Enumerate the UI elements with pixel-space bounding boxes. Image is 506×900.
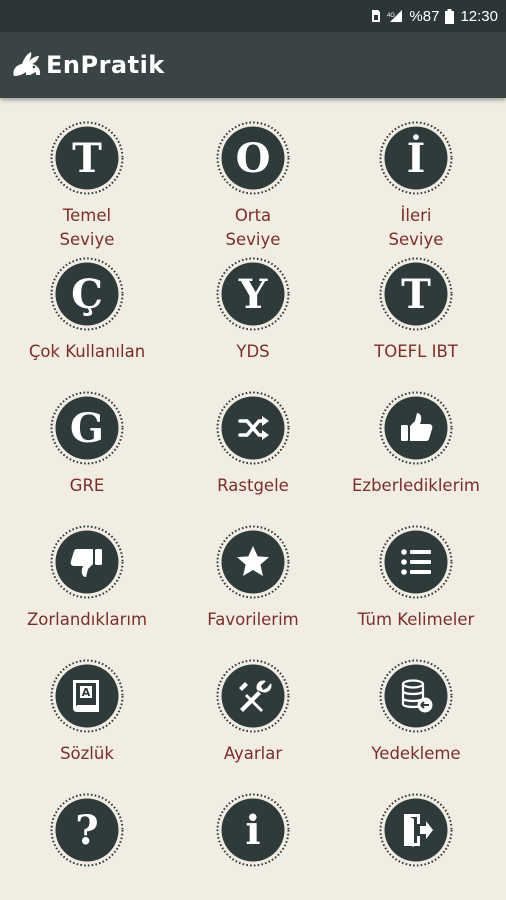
menu-tile-9[interactable]: Ezberlediklerim <box>332 368 500 498</box>
svg-text:G: G <box>70 405 104 452</box>
menu-tile-2[interactable]: O Orta Seviye <box>169 98 337 249</box>
svg-text:Ç: Ç <box>71 271 103 318</box>
menu-label-line1: İleri <box>400 206 432 225</box>
menu-tile-12[interactable]: Tüm Kelimeler <box>332 502 500 632</box>
thumbs-down-icon[interactable] <box>49 524 125 600</box>
menu-label-line1: Orta <box>234 206 272 225</box>
svg-text:İ: İ <box>407 135 426 182</box>
menu-tile-1[interactable]: T Temel Seviye <box>3 98 171 249</box>
battery-percent: %87 <box>409 7 440 25</box>
menu-label: Tüm Kelimeler <box>357 610 475 629</box>
rabbit-logo-icon <box>13 52 41 76</box>
menu-tile-11[interactable]: Favorilerim <box>169 502 337 632</box>
menu-tile-17[interactable]: i <box>169 770 337 900</box>
menu-label: Ezberlediklerim <box>351 476 481 495</box>
menu-label: Zorlandıklarım <box>26 610 148 629</box>
database-backup-icon[interactable] <box>378 658 454 734</box>
tools-icon[interactable] <box>215 658 291 734</box>
signal-icon: 4G <box>387 10 403 22</box>
menu-label: Favorilerim <box>207 610 299 629</box>
svg-text:O: O <box>236 135 271 182</box>
menu-tile-3[interactable]: İ İleri Seviye <box>332 98 500 249</box>
sim-icon <box>372 10 381 22</box>
shuffle-icon[interactable] <box>215 390 291 466</box>
info-icon[interactable]: i <box>215 792 291 868</box>
svg-text:T: T <box>401 271 431 318</box>
menu-tile-18[interactable] <box>332 770 500 900</box>
svg-text:A: A <box>82 686 91 699</box>
status-bar: 4G %87 12:30 <box>0 0 506 32</box>
letter-c-cedilla-icon[interactable]: Ç <box>49 256 125 332</box>
menu-tile-13[interactable]: A Sözlük <box>3 636 171 766</box>
app-title: EnPratik <box>46 51 165 79</box>
clock: 12:30 <box>460 7 498 25</box>
menu-label: GRE <box>69 476 105 495</box>
menu-tile-6[interactable]: T TOEFL IBT <box>332 234 500 364</box>
letter-o-icon[interactable]: O <box>215 120 291 196</box>
menu-grid: T Temel Seviye O Orta Seviye İ İleri Seviye Ç Çok … <box>0 98 506 900</box>
menu-tile-14[interactable]: Ayarlar <box>169 636 337 766</box>
letter-t-icon[interactable]: T <box>49 120 125 196</box>
star-icon[interactable] <box>215 524 291 600</box>
menu-label: Rastgele <box>217 476 289 495</box>
letter-y-icon[interactable]: Y <box>215 256 291 332</box>
svg-text:Y: Y <box>238 271 268 318</box>
question-mark-icon[interactable]: ? <box>49 792 125 868</box>
menu-tile-16[interactable]: ? <box>3 770 171 900</box>
letter-t-icon[interactable]: T <box>378 256 454 332</box>
menu-label-line1: Temel <box>62 206 112 225</box>
menu-label: Çok Kullanılan <box>28 342 146 361</box>
status-icons: 4G %87 12:30 <box>371 7 498 25</box>
menu-tile-7[interactable]: G GRE <box>3 368 171 498</box>
menu-tile-8[interactable]: Rastgele <box>169 368 337 498</box>
exit-door-icon[interactable] <box>378 792 454 868</box>
menu-label: Yedekleme <box>371 744 461 763</box>
menu-tile-15[interactable]: Yedekleme <box>332 636 500 766</box>
thumbs-up-icon[interactable] <box>378 390 454 466</box>
svg-text:?: ? <box>75 807 98 854</box>
menu-tile-5[interactable]: Y YDS <box>169 234 337 364</box>
menu-tile-10[interactable]: Zorlandıklarım <box>3 502 171 632</box>
menu-label: Sözlük <box>60 744 114 763</box>
app-bar: EnPratik <box>0 32 506 98</box>
menu-label: YDS <box>236 342 270 361</box>
menu-label: Ayarlar <box>223 744 283 763</box>
menu-tile-4[interactable]: Ç Çok Kullanılan <box>3 234 171 364</box>
letter-i-icon[interactable]: İ <box>378 120 454 196</box>
list-icon[interactable] <box>378 524 454 600</box>
svg-text:i: i <box>245 807 260 854</box>
battery-icon <box>445 8 455 24</box>
menu-label: TOEFL IBT <box>374 342 458 361</box>
svg-text:4G: 4G <box>387 13 395 19</box>
letter-g-icon[interactable]: G <box>49 390 125 466</box>
dictionary-book-icon[interactable]: A <box>49 658 125 734</box>
svg-text:T: T <box>72 135 102 182</box>
